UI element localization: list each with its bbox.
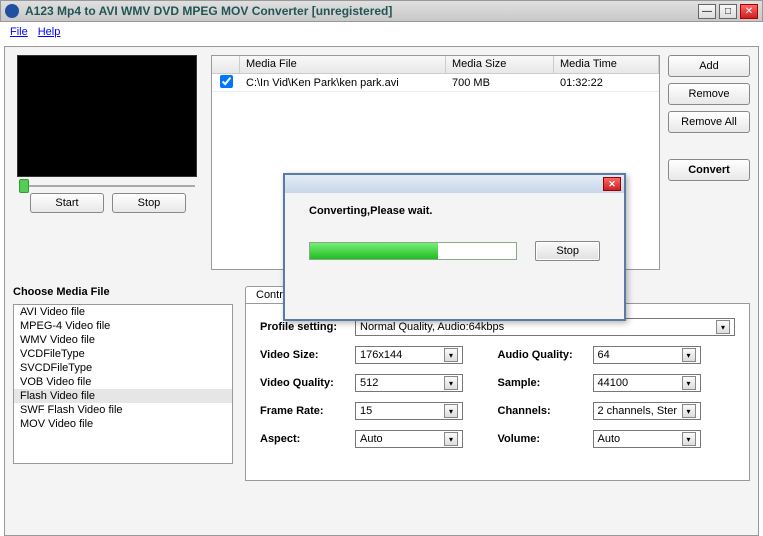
list-item[interactable]: VOB Video file [14, 375, 232, 389]
maximize-button[interactable]: □ [719, 4, 737, 19]
video-quality-combo[interactable]: 512▾ [355, 374, 463, 392]
volume-combo[interactable]: Auto▾ [593, 430, 701, 448]
progress-bar [309, 242, 517, 260]
sample-label: Sample: [498, 377, 593, 389]
menu-bar: File Help [0, 22, 763, 42]
dialog-message: Converting,Please wait. [309, 205, 600, 217]
chevron-down-icon: ▾ [716, 320, 730, 334]
dialog-close-button[interactable]: ✕ [603, 177, 621, 191]
chevron-down-icon: ▾ [682, 348, 696, 362]
video-size-combo[interactable]: 176x144▾ [355, 346, 463, 364]
row-file: C:\In Vid\Ken Park\ken park.avi [240, 76, 446, 90]
slider-thumb[interactable] [19, 179, 29, 193]
table-row[interactable]: C:\In Vid\Ken Park\ken park.avi 700 MB 0… [212, 74, 659, 92]
aspect-combo[interactable]: Auto▾ [355, 430, 463, 448]
column-media-file[interactable]: Media File [240, 56, 446, 73]
channels-combo[interactable]: 2 channels, Ster▾ [593, 402, 701, 420]
app-icon [5, 4, 19, 18]
video-quality-label: Video Quality: [260, 377, 355, 389]
column-media-time[interactable]: Media Time [554, 56, 659, 73]
settings-panel: Profile setting: Normal Quality, Audio:6… [245, 303, 750, 481]
aspect-label: Aspect: [260, 433, 355, 445]
seek-slider[interactable] [15, 185, 199, 187]
menu-help[interactable]: Help [34, 25, 65, 39]
audio-quality-combo[interactable]: 64▾ [593, 346, 701, 364]
choose-title: Choose Media File [13, 286, 233, 298]
frame-rate-combo[interactable]: 15▾ [355, 402, 463, 420]
chevron-down-icon: ▾ [444, 348, 458, 362]
list-item[interactable]: AVI Video file [14, 305, 232, 319]
list-item[interactable]: SWF Flash Video file [14, 403, 232, 417]
channels-label: Channels: [498, 405, 593, 417]
chevron-down-icon: ▾ [682, 404, 696, 418]
list-item[interactable]: Flash Video file [14, 389, 232, 403]
remove-button[interactable]: Remove [668, 83, 750, 105]
minimize-button[interactable]: — [698, 4, 716, 19]
remove-all-button[interactable]: Remove All [668, 111, 750, 133]
close-button[interactable]: ✕ [740, 4, 758, 19]
chevron-down-icon: ▾ [682, 432, 696, 446]
row-size: 700 MB [446, 76, 554, 90]
list-item[interactable]: SVCDFileType [14, 361, 232, 375]
add-button[interactable]: Add [668, 55, 750, 77]
list-item[interactable]: MOV Video file [14, 417, 232, 431]
profile-label: Profile setting: [260, 321, 355, 333]
volume-label: Volume: [498, 433, 593, 445]
column-media-size[interactable]: Media Size [446, 56, 554, 73]
list-item[interactable]: MPEG-4 Video file [14, 319, 232, 333]
chevron-down-icon: ▾ [444, 432, 458, 446]
list-item[interactable]: VCDFileType [14, 347, 232, 361]
chevron-down-icon: ▾ [444, 404, 458, 418]
window-title: A123 Mp4 to AVI WMV DVD MPEG MOV Convert… [25, 4, 698, 18]
menu-file[interactable]: File [6, 25, 32, 39]
convert-button[interactable]: Convert [668, 159, 750, 181]
video-preview [17, 55, 197, 177]
list-item[interactable]: WMV Video file [14, 333, 232, 347]
title-bar: A123 Mp4 to AVI WMV DVD MPEG MOV Convert… [0, 0, 763, 22]
start-button[interactable]: Start [30, 193, 104, 213]
video-size-label: Video Size: [260, 349, 355, 361]
column-check[interactable] [212, 56, 240, 73]
audio-quality-label: Audio Quality: [498, 349, 593, 361]
row-checkbox[interactable] [220, 75, 233, 88]
chevron-down-icon: ▾ [444, 376, 458, 390]
stop-button[interactable]: Stop [112, 193, 186, 213]
row-time: 01:32:22 [554, 76, 659, 90]
frame-rate-label: Frame Rate: [260, 405, 355, 417]
work-area: Start Stop Media File Media Size Media T… [4, 46, 759, 536]
media-type-list[interactable]: AVI Video fileMPEG-4 Video fileWMV Video… [13, 304, 233, 464]
sample-combo[interactable]: 44100▾ [593, 374, 701, 392]
chevron-down-icon: ▾ [682, 376, 696, 390]
converting-dialog: ✕ Converting,Please wait. Stop [283, 173, 626, 321]
dialog-stop-button[interactable]: Stop [535, 241, 600, 261]
